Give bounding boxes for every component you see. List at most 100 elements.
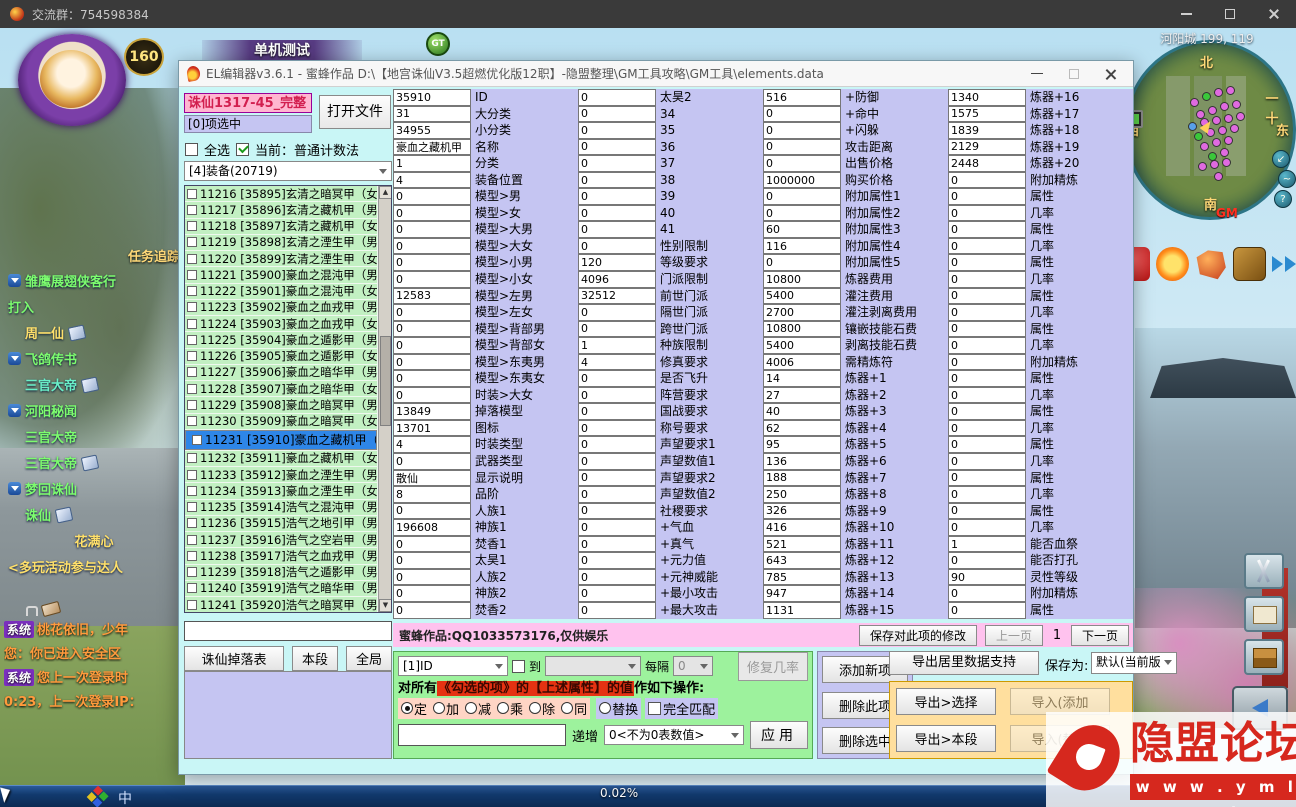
item-checkbox[interactable] (187, 302, 197, 312)
field-value-input[interactable] (763, 569, 841, 586)
field-value-input[interactable] (763, 238, 841, 255)
quest-entry[interactable]: 诛仙 (8, 505, 180, 524)
field-select[interactable]: [1]ID (398, 656, 508, 676)
mode-option-除[interactable]: 除 (526, 698, 558, 719)
to-field-select[interactable] (545, 656, 641, 676)
field-value-input[interactable] (393, 271, 471, 288)
field-value-input[interactable] (948, 370, 1026, 387)
quest-scroll-icon[interactable] (81, 454, 100, 471)
field-value-input[interactable] (393, 337, 471, 354)
editor-maximize-icon[interactable] (1069, 69, 1079, 79)
field-value-input[interactable] (948, 569, 1026, 586)
field-value-input[interactable] (948, 155, 1026, 172)
list-item[interactable]: 11216 [35895]玄清之暗冥甲（女 (185, 186, 377, 201)
field-value-input[interactable] (948, 321, 1026, 338)
list-item[interactable]: 11232 [35911]豪血之藏机甲（女 (185, 451, 377, 466)
field-value-input[interactable] (393, 569, 471, 586)
quest-scroll-icon[interactable] (55, 506, 74, 523)
field-value-input[interactable] (763, 403, 841, 420)
field-value-input[interactable] (763, 486, 841, 503)
field-value-input[interactable] (763, 552, 841, 569)
field-value-input[interactable] (948, 288, 1026, 305)
field-value-input[interactable] (948, 205, 1026, 222)
field-value-input[interactable] (393, 370, 471, 387)
export-support-button[interactable]: 导出居里数据支持 (889, 651, 1039, 675)
field-value-input[interactable] (578, 536, 656, 553)
quest-entry[interactable]: 梦回诛仙 (8, 479, 180, 498)
field-value-input[interactable] (948, 470, 1026, 487)
field-value-input[interactable] (393, 403, 471, 420)
field-value-input[interactable] (763, 503, 841, 520)
field-value-input[interactable] (578, 139, 656, 156)
chat-lock-icon[interactable] (26, 606, 38, 616)
list-item[interactable]: 11226 [35905]豪血之遁影甲（女 (185, 349, 377, 364)
mode-option-replace[interactable]: 替换 (596, 698, 641, 719)
select-all-checkbox[interactable] (185, 143, 198, 156)
mode-option-定[interactable]: 定 (398, 698, 430, 719)
field-value-input[interactable] (393, 503, 471, 520)
collapse-arrow-icon[interactable] (8, 352, 21, 365)
field-value-input[interactable] (948, 403, 1026, 420)
field-value-input[interactable] (578, 89, 656, 106)
field-value-input[interactable] (948, 254, 1026, 271)
import-add-button[interactable]: 导入(添加 (1010, 688, 1110, 715)
field-value-input[interactable] (393, 552, 471, 569)
item-checkbox[interactable] (187, 254, 197, 264)
field-value-input[interactable] (763, 106, 841, 123)
list-item[interactable]: 11239 [35918]浩气之遁影甲（男 (185, 565, 377, 580)
field-value-input[interactable] (763, 221, 841, 238)
field-value-input[interactable] (578, 453, 656, 470)
quest-entry[interactable]: 三官大帝 (8, 453, 180, 472)
field-value-input[interactable] (763, 205, 841, 222)
mode-option-乘[interactable]: 乘 (494, 698, 526, 719)
mode-option-减[interactable]: 减 (462, 698, 494, 719)
field-value-input[interactable] (763, 354, 841, 371)
list-item[interactable]: 11238 [35917]浩气之血戎甲（男 (185, 548, 377, 563)
field-value-input[interactable] (578, 370, 656, 387)
pet-icon[interactable] (1195, 247, 1227, 281)
field-value-input[interactable] (948, 519, 1026, 536)
prev-page-button[interactable]: 上一页 (985, 625, 1043, 646)
to-checkbox[interactable] (512, 660, 525, 673)
drop-table-button[interactable]: 诛仙掉落表 (184, 646, 284, 671)
field-value-input[interactable] (393, 387, 471, 404)
field-value-input[interactable] (948, 271, 1026, 288)
editor-minimize-icon[interactable] (1031, 73, 1043, 74)
list-item[interactable]: 11218 [35897]玄清之藏机甲（女 (185, 219, 377, 234)
field-value-input[interactable] (763, 370, 841, 387)
field-value-input[interactable] (393, 436, 471, 453)
field-value-input[interactable] (948, 337, 1026, 354)
item-checkbox[interactable] (187, 367, 197, 377)
item-checkbox[interactable] (187, 486, 197, 496)
field-value-input[interactable] (393, 585, 471, 602)
close-button[interactable] (1252, 0, 1296, 28)
list-item[interactable]: 11231 [35910]豪血之藏机甲（男 (185, 430, 377, 450)
category-select[interactable]: [4]装备(20719) (184, 161, 392, 181)
field-value-input[interactable] (578, 420, 656, 437)
item-list[interactable]: ▲ ▼ 11216 [35895]玄清之暗冥甲（女11217 [35896]玄清… (184, 185, 392, 613)
item-checkbox[interactable] (187, 470, 197, 480)
fix-chance-button[interactable]: 修复几率 (738, 652, 808, 681)
field-value-input[interactable] (578, 387, 656, 404)
item-checkbox[interactable] (187, 270, 197, 280)
ime-indicator[interactable]: 中 (118, 788, 132, 807)
quest-entry[interactable]: 花满心 (8, 531, 180, 550)
field-value-input[interactable] (393, 602, 471, 619)
field-value-input[interactable] (763, 254, 841, 271)
field-value-input[interactable] (948, 387, 1026, 404)
counting-checkbox[interactable] (236, 143, 249, 156)
field-value-input[interactable] (948, 172, 1026, 189)
chat-eraser-icon[interactable] (41, 601, 61, 617)
value-mode-select[interactable]: 0<不为0表数值> (604, 725, 744, 745)
item-checkbox[interactable] (192, 435, 202, 445)
field-value-input[interactable] (578, 337, 656, 354)
item-checkbox[interactable] (187, 416, 197, 426)
field-value-input[interactable] (393, 238, 471, 255)
list-item[interactable]: 11222 [35901]豪血之混沌甲（女 (185, 284, 377, 299)
field-value-input[interactable] (763, 387, 841, 404)
field-value-input[interactable] (948, 304, 1026, 321)
field-value-input[interactable] (763, 519, 841, 536)
field-value-input[interactable] (948, 139, 1026, 156)
field-value-input[interactable] (393, 106, 471, 123)
field-value-input[interactable] (578, 254, 656, 271)
